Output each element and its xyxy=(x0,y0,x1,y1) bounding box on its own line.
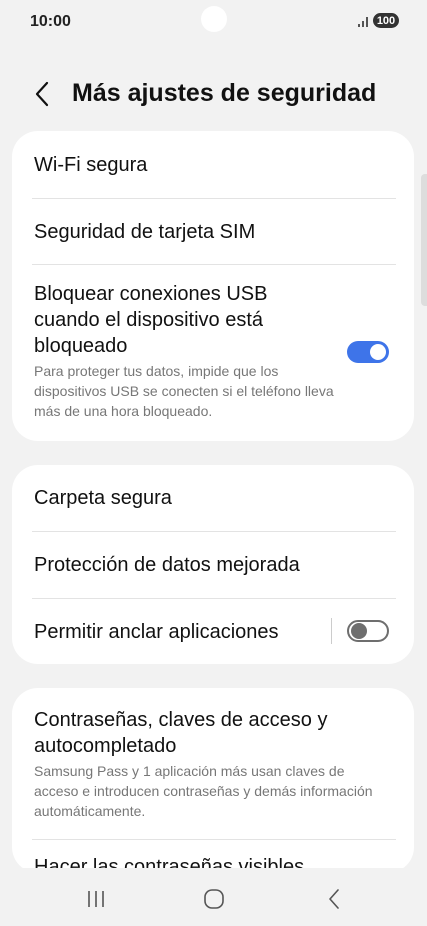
navigation-bar xyxy=(0,868,427,926)
usb-block-description: Para proteger tus datos, impide que los … xyxy=(34,363,334,419)
passwords-autofill-label: Contraseñas, claves de acceso y autocomp… xyxy=(34,709,328,757)
scroll-handle[interactable] xyxy=(421,174,427,306)
wifi-segura-label: Wi-Fi segura xyxy=(34,153,148,176)
divider xyxy=(32,839,396,840)
home-icon xyxy=(204,889,224,909)
battery-level: 100 xyxy=(376,14,396,27)
sim-security-label: Seguridad de tarjeta SIM xyxy=(34,220,256,243)
data-protection-item[interactable]: Protección de datos mejorada xyxy=(12,532,414,598)
data-protection-label: Protección de datos mejorada xyxy=(34,554,300,576)
home-button[interactable] xyxy=(194,884,234,914)
pin-apps-toggle[interactable] xyxy=(347,620,389,642)
back-nav-button[interactable] xyxy=(314,884,354,914)
page-title: Más ajustes de seguridad xyxy=(72,79,377,107)
security-settings-group-1: Wi-Fi segura Seguridad de tarjeta SIM Bl… xyxy=(12,131,414,441)
chevron-left-icon xyxy=(35,81,49,107)
signal-bars-icon xyxy=(358,17,368,27)
secure-folder-label: Carpeta segura xyxy=(34,487,172,509)
front-camera xyxy=(201,6,227,32)
status-time: 10:00 xyxy=(30,13,71,30)
battery-indicator: 100 xyxy=(373,13,399,28)
recents-icon xyxy=(88,891,104,907)
passwords-autofill-item[interactable]: Contraseñas, claves de acceso y autocomp… xyxy=(12,707,414,821)
divider xyxy=(32,264,396,265)
back-button[interactable] xyxy=(26,78,58,110)
vertical-divider xyxy=(331,618,332,644)
wifi-segura-item[interactable]: Wi-Fi segura xyxy=(12,131,414,198)
security-settings-group-2: Carpeta segura Protección de datos mejor… xyxy=(12,465,414,664)
passwords-autofill-description: Samsung Pass y 1 aplicación más usan cla… xyxy=(34,763,373,819)
usb-block-label: Bloquear conexiones USB cuando el dispos… xyxy=(34,283,268,357)
toggle-knob xyxy=(351,623,367,639)
usb-block-toggle[interactable] xyxy=(347,341,389,363)
security-settings-group-3: Contraseñas, claves de acceso y autocomp… xyxy=(12,688,414,873)
pin-apps-label: Permitir anclar aplicaciones xyxy=(34,620,279,643)
sim-security-item[interactable]: Seguridad de tarjeta SIM xyxy=(12,199,414,264)
recents-button[interactable] xyxy=(76,884,116,914)
secure-folder-item[interactable]: Carpeta segura xyxy=(12,465,414,531)
back-icon xyxy=(329,889,339,909)
toggle-knob xyxy=(370,344,386,360)
page-header: Más ajustes de seguridad xyxy=(0,70,427,120)
status-bar: 10:00 100 xyxy=(0,0,427,44)
